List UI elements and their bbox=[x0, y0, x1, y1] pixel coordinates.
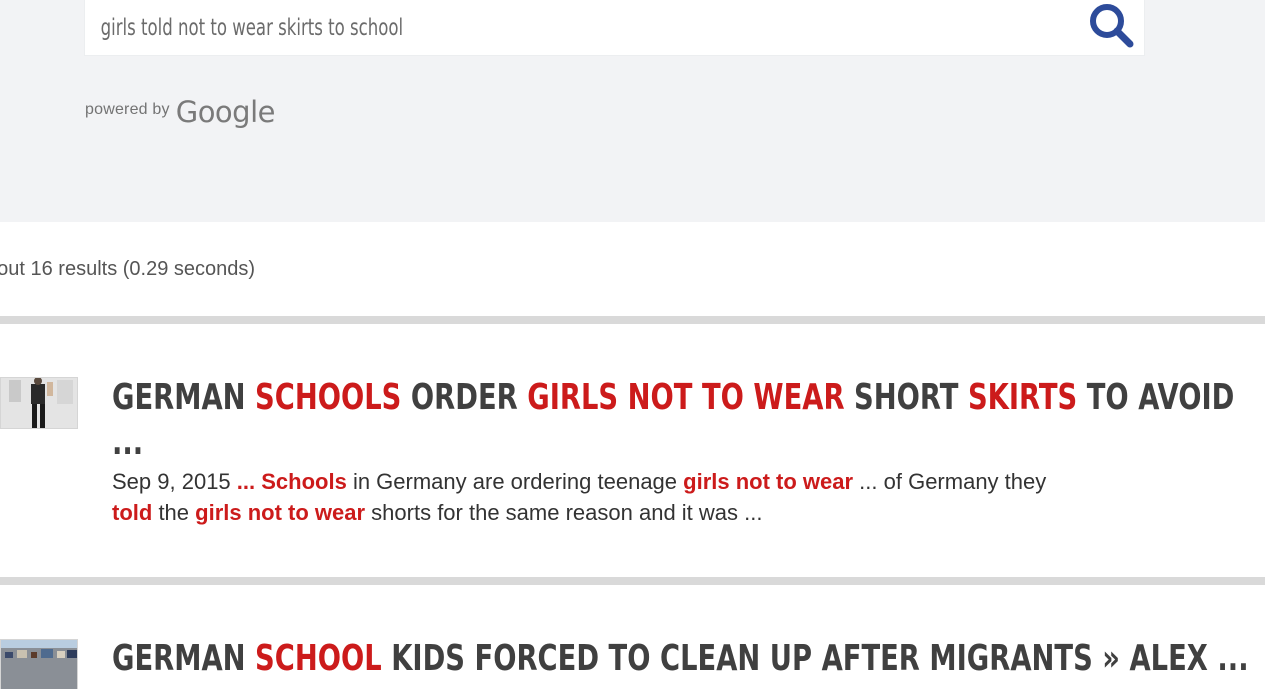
result-thumbnail-image bbox=[1, 640, 77, 689]
title-highlight: Skirts bbox=[967, 377, 1078, 418]
result-title-2[interactable]: German School Kids Forced To Clean Up Af… bbox=[112, 636, 1249, 681]
snippet-highlight: girls not to wear bbox=[683, 469, 854, 494]
result-thumbnail-image bbox=[1, 378, 77, 428]
result-title-1[interactable]: German Schools Order Girls Not To Wear S… bbox=[112, 375, 1234, 420]
snippet-highlight: ... Schools bbox=[236, 469, 347, 494]
powered-by-label: powered by bbox=[85, 101, 170, 118]
search-icon[interactable] bbox=[1085, 0, 1137, 50]
snippet-highlight: girls not to wear bbox=[195, 500, 366, 525]
title-text: Short bbox=[844, 377, 968, 418]
title-text: To Avoid bbox=[1077, 377, 1235, 418]
title-text: German bbox=[112, 377, 256, 418]
result-title-1-continued[interactable]: ... bbox=[112, 420, 918, 465]
powered-by-google: powered by Google bbox=[85, 90, 275, 130]
snippet-text: the bbox=[152, 500, 196, 525]
title-highlight: School bbox=[255, 638, 382, 679]
snippet-highlight: told bbox=[112, 500, 153, 525]
search-box bbox=[84, 0, 1145, 56]
result-thumbnail-1[interactable] bbox=[0, 377, 78, 429]
result-snippet-1: Sep 9, 2015 ... Schools in Germany are o… bbox=[112, 466, 1122, 497]
result-snippet-1-line2: told the girls not to wear shorts for th… bbox=[112, 497, 1122, 528]
snippet-text: shorts for the same reason and it was ..… bbox=[365, 500, 763, 525]
title-text: German bbox=[112, 638, 256, 679]
result-date: Sep 9, 2015 bbox=[112, 469, 231, 494]
title-highlight: Schools bbox=[255, 377, 402, 418]
snippet-text: in Germany are ordering teenage bbox=[346, 469, 684, 494]
title-text: Order bbox=[401, 377, 528, 418]
title-highlight: Girls Not To Wear bbox=[527, 377, 845, 418]
divider bbox=[0, 577, 1265, 585]
result-thumbnail-2[interactable] bbox=[0, 639, 78, 689]
snippet-text: ... of Germany they bbox=[853, 469, 1047, 494]
divider bbox=[0, 316, 1265, 324]
search-input[interactable] bbox=[99, 4, 871, 52]
results-count: bout 16 results (0.29 seconds) bbox=[0, 258, 256, 280]
title-text: Kids Forced To Clean Up After Migrants »… bbox=[381, 638, 1249, 679]
google-logo: Google bbox=[175, 95, 276, 129]
